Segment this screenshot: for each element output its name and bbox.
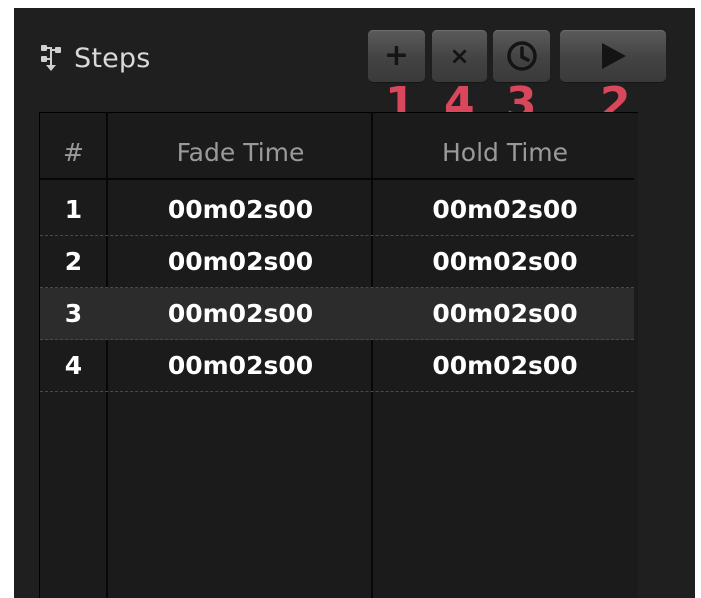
plus-icon: +	[383, 38, 410, 73]
hold-time-cell[interactable]: 00m02s00	[374, 184, 636, 234]
header-number[interactable]: #	[40, 126, 107, 178]
panel-title: Steps	[74, 42, 151, 74]
header-fade-time[interactable]: Fade Time	[109, 126, 372, 178]
fade-time-cell[interactable]: 00m02s00	[109, 236, 372, 286]
step-number: 3	[64, 298, 83, 328]
table-header: # Fade Time Hold Time	[40, 126, 634, 180]
clock-icon	[506, 41, 537, 71]
hold-time-cell[interactable]: 00m02s00	[374, 236, 636, 286]
header-hold-time[interactable]: Hold Time	[374, 126, 636, 178]
window-edge	[695, 8, 701, 598]
add-step-button[interactable]: +	[368, 30, 425, 82]
hold-time-cell[interactable]: 00m02s00	[374, 288, 636, 338]
remove-step-button[interactable]: ×	[432, 30, 487, 82]
steps-flow-icon	[41, 45, 61, 71]
table-row[interactable]: 2 00m02s00 00m02s00	[40, 236, 634, 288]
step-number: 2	[64, 246, 83, 276]
table-row-selected[interactable]: 3 00m02s00 00m02s00	[40, 288, 634, 340]
step-number: 1	[64, 194, 83, 224]
close-icon: ×	[449, 42, 470, 70]
play-icon	[602, 43, 626, 69]
timing-button[interactable]	[493, 30, 550, 82]
panel-header: Steps	[40, 36, 151, 80]
fade-time-cell[interactable]: 00m02s00	[109, 184, 372, 234]
fade-time-cell[interactable]: 00m02s00	[109, 340, 372, 390]
step-number: 4	[64, 350, 83, 380]
table-row[interactable]: 4 00m02s00 00m02s00	[40, 340, 634, 392]
hold-time-cell[interactable]: 00m02s00	[374, 340, 636, 390]
fade-time-cell[interactable]: 00m02s00	[109, 288, 372, 338]
table-row[interactable]: 1 00m02s00 00m02s00	[40, 184, 634, 236]
play-button[interactable]	[560, 30, 666, 82]
